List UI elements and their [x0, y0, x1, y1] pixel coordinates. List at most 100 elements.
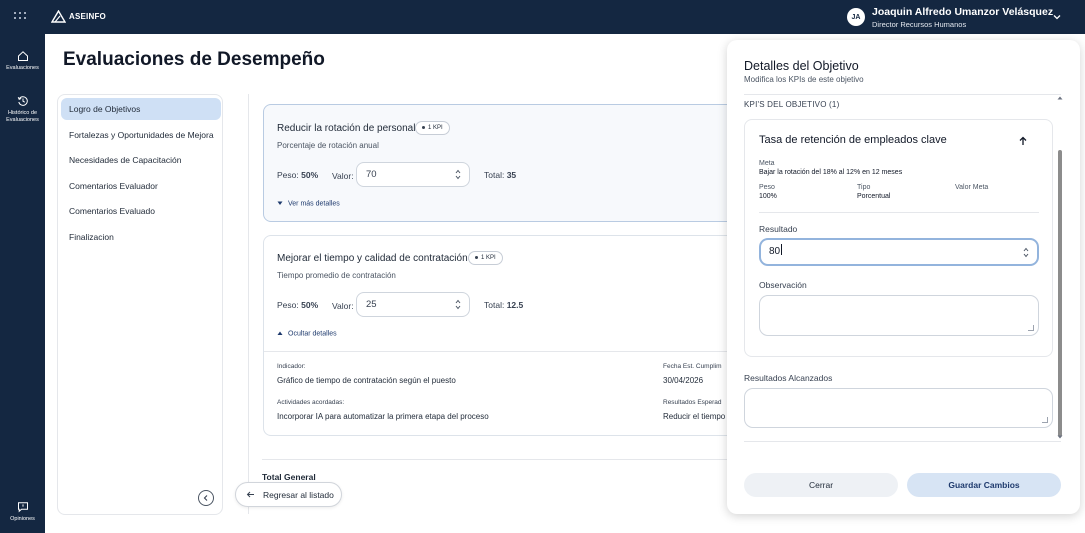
chevron-left-icon — [203, 495, 208, 501]
scrollbar-thumb[interactable] — [1058, 150, 1062, 437]
nav-item-finalizacion[interactable]: Finalizacion — [61, 226, 221, 248]
objective-peso: Peso: 50% — [277, 300, 318, 310]
caret-down-icon — [277, 201, 283, 205]
apps-grid-icon[interactable] — [14, 10, 28, 24]
scroll-down-icon[interactable] — [1057, 434, 1063, 440]
history-icon — [17, 96, 28, 106]
peso-label: Peso: — [277, 300, 299, 310]
back-to-list-button[interactable]: Regresar al listado — [235, 482, 342, 507]
peso-label: Peso: — [277, 170, 299, 180]
panel-divider — [744, 94, 1061, 95]
top-bar: ASEINFO JA Joaquin Alfredo Umanzor Velás… — [0, 0, 1085, 34]
page-title: Evaluaciones de Desempeño — [63, 49, 325, 70]
rail-label-historico-2: Evaluaciones — [6, 117, 39, 123]
save-changes-button[interactable]: Guardar Cambios — [907, 473, 1061, 497]
aseinfo-logo-icon — [51, 10, 66, 23]
rail-item-opiniones[interactable]: Opiniones — [0, 501, 45, 523]
rail-label-opiniones: Opiniones — [10, 516, 35, 522]
stepper-icon[interactable] — [1023, 246, 1029, 259]
kpi-divider — [759, 212, 1039, 213]
objective-total: Total: 35 — [484, 170, 516, 180]
stepper-icon[interactable] — [455, 168, 461, 181]
objective-total: Total: 12.5 — [484, 300, 523, 310]
objective-subtitle: Porcentaje de rotación anual — [277, 141, 379, 150]
total-label: Total: — [484, 300, 505, 310]
actividades-value: Incorporar IA para automatizar la primer… — [277, 412, 489, 421]
indicador-label: Indicador: — [277, 363, 306, 370]
resultados-esperados-value: Reducir el tiempo — [663, 412, 726, 421]
kpi-peso-value: 100% — [759, 193, 777, 200]
panel-title: Detalles del Objetivo — [744, 59, 859, 73]
toggle-details-label: Ocultar detalles — [288, 330, 337, 338]
kpi-peso-label: Peso — [759, 184, 775, 191]
rail-item-evaluaciones[interactable]: Evaluaciones — [0, 50, 45, 72]
rail-label-evaluaciones: Evaluaciones — [6, 65, 39, 71]
valor-input-value: 25 — [366, 299, 377, 310]
user-avatar[interactable]: JA — [847, 8, 865, 26]
nav-item-comentarios-evaluado[interactable]: Comentarios Evaluado — [61, 200, 221, 222]
stepper-icon[interactable] — [455, 298, 461, 311]
arrow-left-icon — [246, 491, 254, 498]
nav-item-fortalezas[interactable]: Fortalezas y Oportunidades de Mejora — [61, 124, 221, 146]
details-divider — [264, 351, 744, 352]
resultados-esperados-label: Resultados Esperad — [663, 399, 722, 406]
valor-input[interactable]: 70 — [356, 162, 470, 187]
kpis-section-label: KPI'S DEL OBJETIVO (1) — [744, 100, 840, 109]
tipo-value: Porcentual — [857, 193, 891, 200]
valor-label: Valor: — [332, 171, 354, 181]
back-to-list-label: Regresar al listado — [263, 489, 334, 500]
brand-name: ASEINFO — [69, 12, 106, 21]
rail-item-historico[interactable]: Histórico de Evaluaciones — [0, 95, 45, 124]
resultados-alcanzados-textarea[interactable] — [744, 388, 1053, 428]
chevron-down-icon[interactable] — [1052, 12, 1062, 22]
total-label: Total: — [484, 170, 505, 180]
kpi-count-text: 1 KPI — [428, 125, 443, 131]
panel-subtitle: Modifica los KPIs de este objetivo — [744, 75, 864, 84]
nav-item-capacitacion[interactable]: Necesidades de Capacitación — [61, 149, 221, 171]
user-name[interactable]: Joaquin Alfredo Umanzor Velásquez — [872, 6, 1053, 18]
toggle-details-link[interactable]: Ver más detalles — [277, 200, 340, 208]
objective-card[interactable]: Reducir la rotación de personal 1 KPI Po… — [263, 104, 743, 222]
caret-up-icon — [277, 331, 283, 335]
tipo-label: Tipo — [857, 184, 871, 191]
user-role: Director Recursos Humanos — [872, 20, 967, 29]
nav-item-logro-objetivos[interactable]: Logro de Objetivos — [61, 98, 221, 120]
collapse-nav-button[interactable] — [198, 490, 214, 506]
fecha-value: 30/04/2026 — [663, 376, 704, 385]
objective-subtitle: Tiempo promedio de contratación — [277, 271, 396, 280]
total-divider — [262, 459, 732, 460]
peso-value: 50% — [301, 170, 319, 180]
total-general-label: Total General — [262, 472, 316, 482]
objective-peso: Peso: 50% — [277, 170, 318, 180]
kpi-count-badge: 1 KPI — [415, 121, 450, 135]
peso-value: 50% — [301, 300, 319, 310]
resultado-input[interactable]: 80 — [759, 238, 1039, 266]
objective-title: Mejorar el tiempo y calidad de contratac… — [277, 253, 468, 264]
home-icon — [17, 51, 28, 61]
side-rail: Evaluaciones Histórico de Evaluaciones O… — [0, 34, 45, 533]
kpi-card: Tasa de retención de empleados clave Met… — [744, 119, 1053, 357]
close-button[interactable]: Cerrar — [744, 473, 898, 497]
objective-details-panel: Detalles del Objetivo Modifica los KPIs … — [727, 40, 1080, 514]
collapse-kpi-button[interactable] — [1013, 131, 1033, 151]
valor-input[interactable]: 25 — [356, 292, 470, 317]
scroll-up-icon[interactable] — [1057, 95, 1063, 101]
arrow-up-icon — [1019, 136, 1027, 145]
resultados-alcanzados-label: Resultados Alcanzados — [744, 373, 833, 383]
nav-item-comentarios-evaluador[interactable]: Comentarios Evaluador — [61, 175, 221, 197]
panel-footer-divider — [744, 441, 1061, 442]
observacion-textarea[interactable] — [759, 295, 1039, 336]
actividades-label: Actividades acordadas: — [277, 399, 345, 406]
valor-label: Valor: — [332, 301, 354, 311]
objective-title: Reducir la rotación de personal — [277, 123, 416, 134]
divider — [248, 94, 249, 514]
valor-meta-label: Valor Meta — [955, 184, 989, 191]
toggle-details-label: Ver más detalles — [288, 200, 340, 208]
brand-logo[interactable]: ASEINFO — [51, 10, 106, 23]
toggle-details-link[interactable]: Ocultar detalles — [277, 330, 337, 338]
objective-card[interactable]: Mejorar el tiempo y calidad de contratac… — [263, 235, 744, 436]
resultado-input-value: 80 — [769, 246, 781, 257]
total-value: 35 — [506, 170, 517, 180]
kpi-count-badge: 1 KPI — [468, 251, 503, 265]
rail-label-historico-1: Histórico de — [7, 110, 38, 116]
